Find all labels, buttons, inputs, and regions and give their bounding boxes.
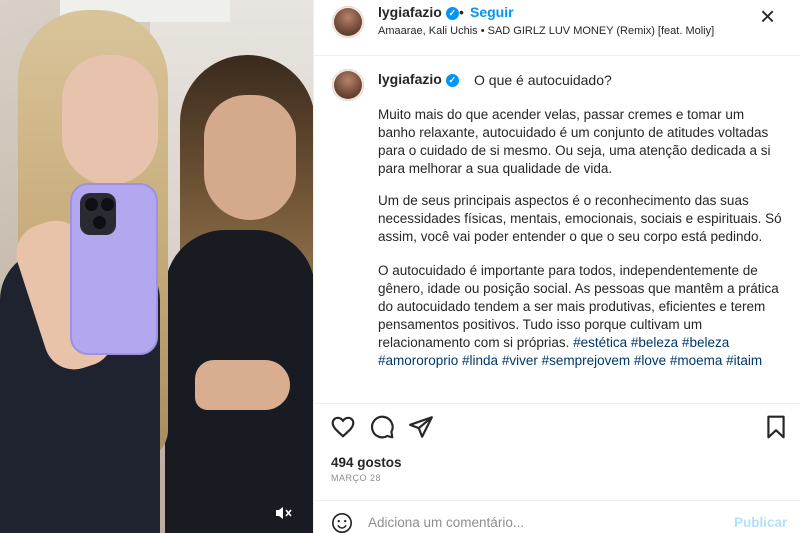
comment-icon[interactable] bbox=[369, 414, 395, 440]
username-label[interactable]: lygiafazio bbox=[378, 4, 442, 20]
bookmark-icon[interactable] bbox=[763, 414, 789, 440]
close-icon[interactable]: × bbox=[760, 3, 775, 29]
caption-paragraph: Muito mais do que acender velas, passar … bbox=[378, 107, 771, 176]
verified-badge-icon: ✓ bbox=[445, 74, 459, 87]
comment-composer: Publicar bbox=[314, 500, 800, 533]
avatar[interactable] bbox=[332, 6, 364, 38]
caption-area: lygiafazio ✓ O que é autocuidado? Muito m… bbox=[314, 57, 800, 403]
caption-username[interactable]: lygiafazio bbox=[378, 71, 442, 87]
post-header: lygiafazio ✓ • Seguir Amaarae, Kali Uchis… bbox=[314, 0, 800, 56]
caption-author[interactable]: lygiafazio ✓ bbox=[378, 71, 459, 87]
caption-title: O que é autocuidado? bbox=[474, 72, 612, 88]
follow-button[interactable]: Seguir bbox=[470, 4, 514, 20]
person-right-hand bbox=[195, 360, 290, 410]
emoji-icon[interactable] bbox=[331, 512, 353, 533]
person-right-face bbox=[204, 95, 296, 220]
comment-input[interactable] bbox=[368, 511, 708, 533]
post-date[interactable]: MARÇO 28 bbox=[331, 473, 381, 483]
muted-speaker-icon[interactable] bbox=[270, 505, 296, 527]
share-icon[interactable] bbox=[408, 414, 434, 440]
person-left-face bbox=[62, 55, 158, 185]
caption-paragraph-with-tags: O autocuidado é importante para todos, i… bbox=[378, 262, 783, 370]
caption-paragraph: Um de seus principais aspectos é o recon… bbox=[378, 193, 782, 244]
phone-camera bbox=[80, 193, 116, 235]
post-author[interactable]: lygiafazio ✓ bbox=[378, 4, 459, 20]
verified-badge-icon: ✓ bbox=[445, 7, 459, 20]
audio-attribution[interactable]: Amaarae, Kali Uchis • SAD GIRLZ LUV MONE… bbox=[378, 25, 714, 37]
separator-dot: • bbox=[459, 4, 464, 20]
post-media-video[interactable] bbox=[0, 0, 313, 533]
smartphone bbox=[70, 183, 158, 355]
action-bar bbox=[314, 403, 800, 447]
caption-avatar[interactable] bbox=[332, 69, 364, 101]
likes-count[interactable]: 494 gostos bbox=[331, 455, 402, 470]
heart-icon[interactable] bbox=[330, 414, 356, 440]
publish-button[interactable]: Publicar bbox=[734, 515, 787, 530]
post-details-pane: lygiafazio ✓ • Seguir Amaarae, Kali Uchis… bbox=[313, 0, 800, 533]
